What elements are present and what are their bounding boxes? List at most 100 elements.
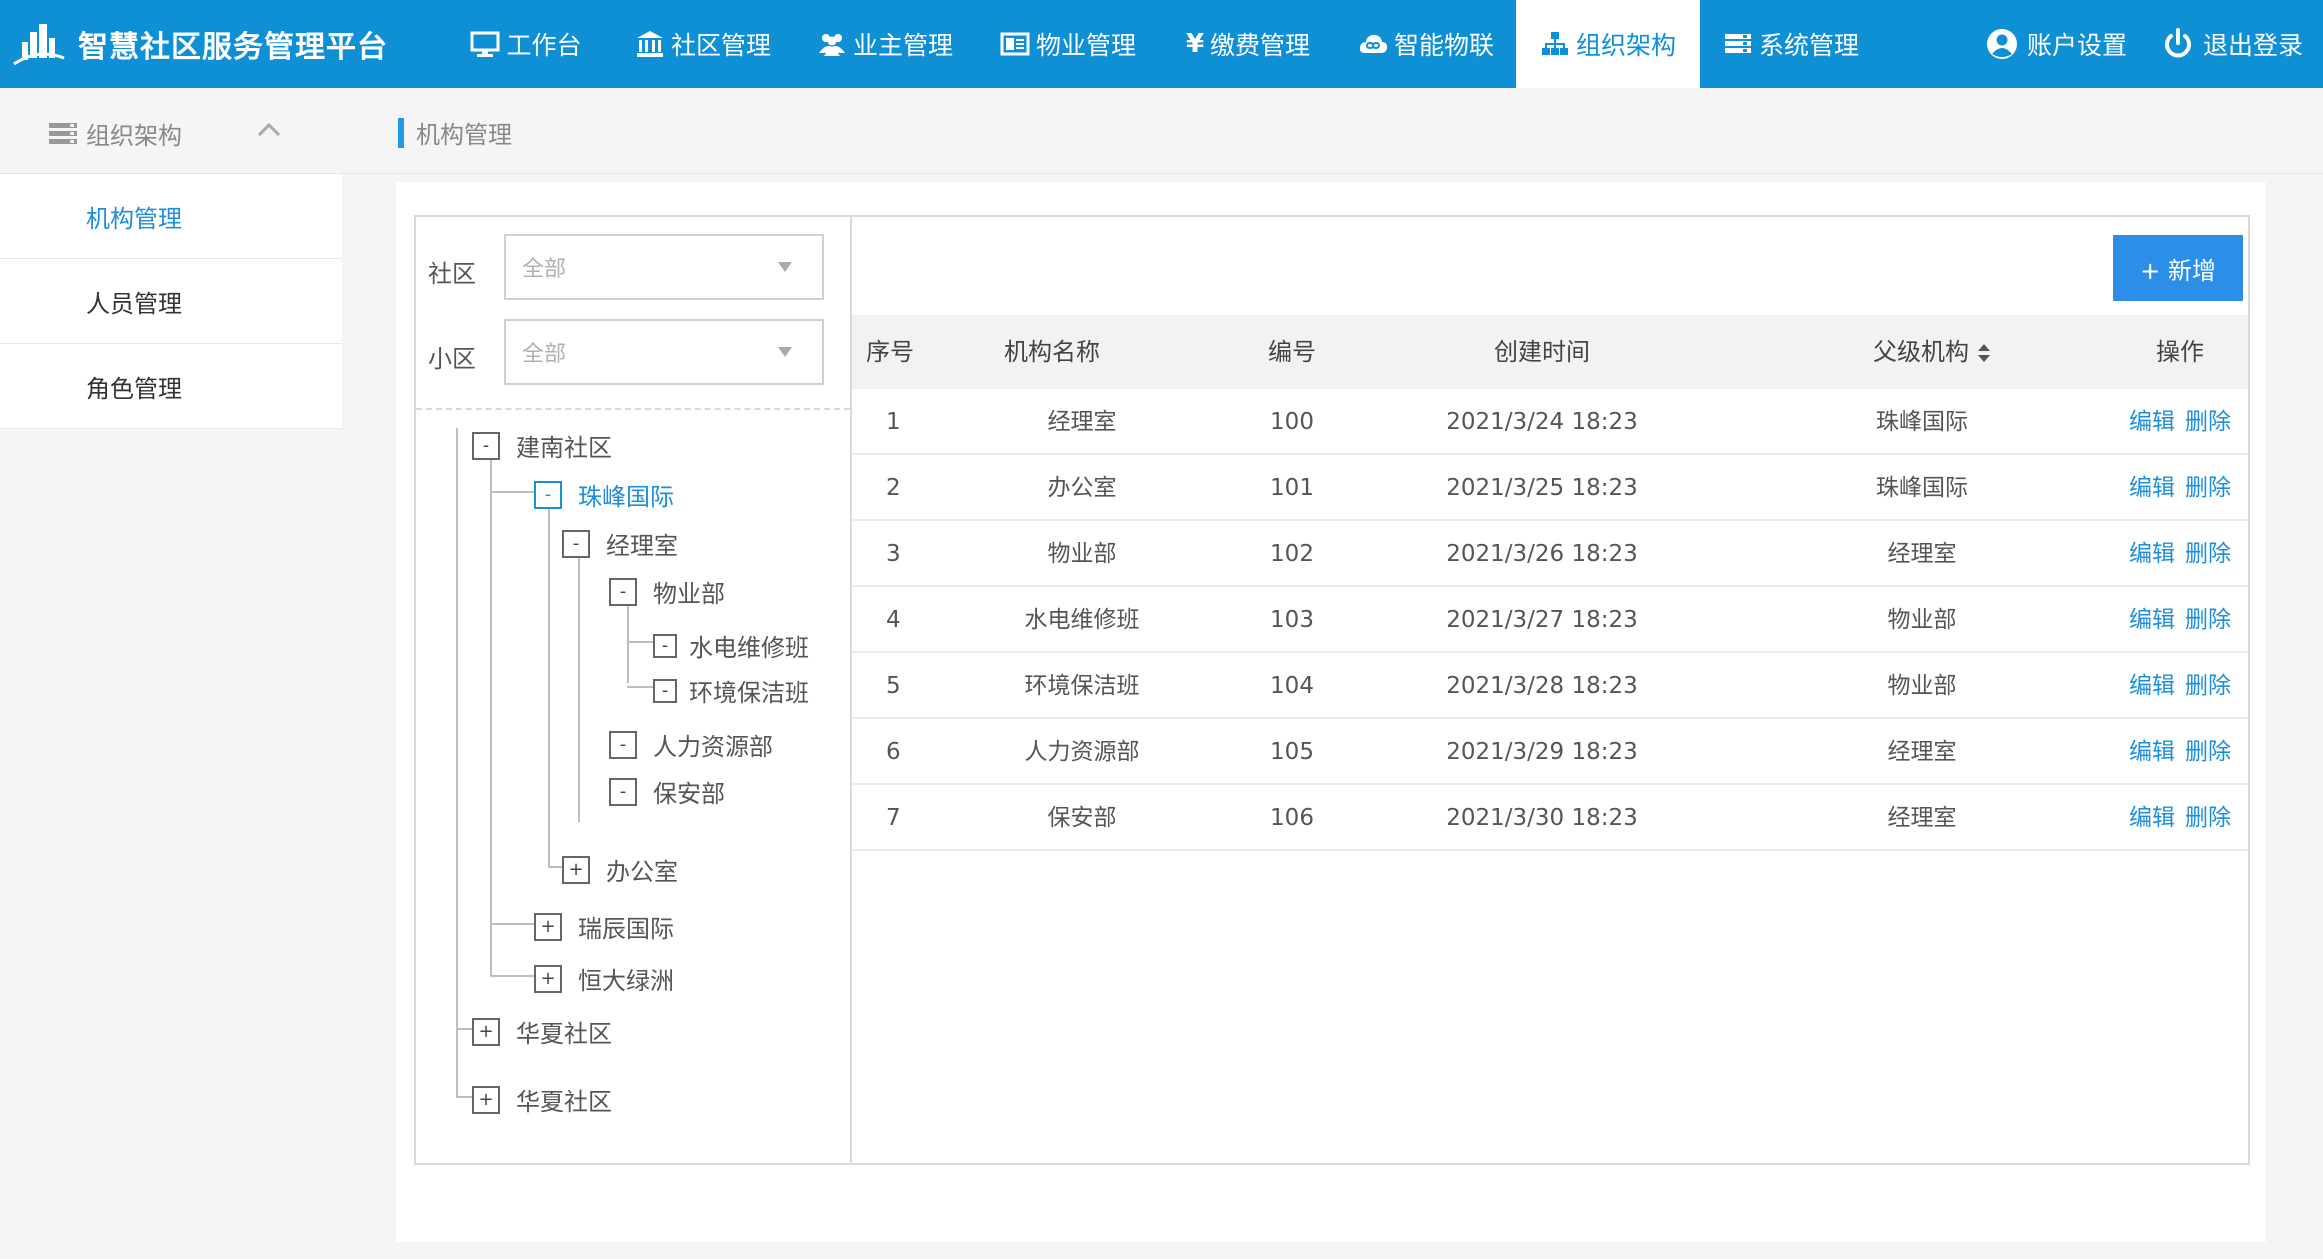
tree-node[interactable]: + 瑞辰国际 xyxy=(534,909,674,944)
cell-created-time: 2021/3/26 18:23 xyxy=(1446,541,1638,567)
cloud-link-icon xyxy=(1359,35,1387,53)
nav-iot[interactable]: 智能物联 xyxy=(1336,0,1516,88)
tree-toggle[interactable]: + xyxy=(562,855,590,884)
tree-line xyxy=(627,641,653,643)
edit-link[interactable]: 编辑 xyxy=(2129,607,2175,633)
tree-toggle[interactable]: + xyxy=(534,912,562,941)
cell-index: 1 xyxy=(886,409,901,435)
column-header-index[interactable]: 序号 xyxy=(866,315,914,389)
cell-org-name: 水电维修班 xyxy=(1024,607,1140,633)
column-header-parent-org[interactable]: 父级机构 xyxy=(1822,315,2042,389)
tree-toggle[interactable]: - xyxy=(653,633,677,658)
cell-parent-org: 经理室 xyxy=(1887,739,1957,765)
delete-link[interactable]: 删除 xyxy=(2185,475,2231,501)
add-button[interactable]: + 新增 xyxy=(2113,235,2243,301)
edit-link[interactable]: 编辑 xyxy=(2129,739,2175,765)
logout[interactable]: 退出登录 xyxy=(2161,26,2303,62)
edit-link[interactable]: 编辑 xyxy=(2129,409,2175,435)
tree-node[interactable]: + 华夏社区 xyxy=(472,1014,612,1049)
table-row: 6 人力资源部 105 2021/3/29 18:23 经理室 编辑 删除 xyxy=(852,719,2248,785)
tree-node[interactable]: + 办公室 xyxy=(562,852,678,887)
tree-toggle[interactable]: - xyxy=(653,678,677,703)
tree-line xyxy=(456,1028,472,1030)
edit-link[interactable]: 编辑 xyxy=(2129,805,2175,831)
yen-icon: ¥ xyxy=(1185,29,1205,59)
cell-created-time: 2021/3/29 18:23 xyxy=(1446,739,1638,765)
cell-code: 104 xyxy=(1270,673,1314,699)
column-header-code[interactable]: 编号 xyxy=(1242,315,1342,389)
nav-org-structure[interactable]: 组织架构 xyxy=(1516,0,1700,88)
cell-code: 106 xyxy=(1270,805,1314,831)
tree-line xyxy=(627,603,629,683)
sidebar-item-staff-management[interactable]: 人员管理 xyxy=(0,259,342,344)
tree-toggle[interactable]: - xyxy=(562,529,590,558)
tree-node[interactable]: - 水电维修班 xyxy=(653,628,809,663)
tree-line xyxy=(456,428,458,1096)
edit-link[interactable]: 编辑 xyxy=(2129,673,2175,699)
cell-code: 103 xyxy=(1270,607,1314,633)
delete-link[interactable]: 删除 xyxy=(2185,541,2231,567)
tree-toggle[interactable]: + xyxy=(472,1085,500,1114)
cell-actions: 编辑 删除 xyxy=(2112,719,2248,785)
cell-actions: 编辑 删除 xyxy=(2112,389,2248,455)
tree-node[interactable]: - 建南社区 xyxy=(472,428,612,463)
tree-node[interactable]: + 华夏社区 xyxy=(472,1082,612,1117)
cell-actions: 编辑 删除 xyxy=(2112,587,2248,653)
nav-system[interactable]: 系统管理 xyxy=(1700,0,1882,88)
tree-line xyxy=(627,686,653,688)
users-icon xyxy=(818,34,845,56)
tree-toggle[interactable]: - xyxy=(609,577,637,606)
delete-link[interactable]: 删除 xyxy=(2185,607,2231,633)
cell-index: 6 xyxy=(886,739,901,765)
cell-parent-org: 经理室 xyxy=(1887,541,1957,567)
caret-down-icon xyxy=(778,347,792,357)
table-row: 3 物业部 102 2021/3/26 18:23 经理室 编辑 删除 xyxy=(852,521,2248,587)
account-settings[interactable]: 账户设置 xyxy=(1985,26,2127,62)
app-title: 智慧社区服务管理平台 xyxy=(78,30,388,65)
tree-node[interactable]: - 人力资源部 xyxy=(609,727,773,762)
tree-toggle[interactable]: - xyxy=(609,730,637,759)
edit-link[interactable]: 编辑 xyxy=(2129,541,2175,567)
tree-node[interactable]: - 环境保洁班 xyxy=(653,673,809,708)
tree-node[interactable]: - 保安部 xyxy=(609,774,725,809)
tree-toggle[interactable]: + xyxy=(534,964,562,993)
column-header-org-name[interactable]: 机构名称 xyxy=(952,315,1152,389)
sidebar-header: 组织架构 xyxy=(48,116,288,151)
nav-owners[interactable]: 业主管理 xyxy=(794,0,976,88)
cell-parent-org: 珠峰国际 xyxy=(1876,409,1968,435)
tree-node[interactable]: - 经理室 xyxy=(562,526,678,561)
edit-link[interactable]: 编辑 xyxy=(2129,475,2175,501)
tree-node[interactable]: - 物业部 xyxy=(609,574,725,609)
delete-link[interactable]: 删除 xyxy=(2185,409,2231,435)
community-select[interactable]: 全部 xyxy=(504,234,824,300)
nav-community[interactable]: 社区管理 xyxy=(612,0,794,88)
tree-toggle[interactable]: - xyxy=(472,431,500,460)
cell-org-name: 经理室 xyxy=(1047,409,1117,435)
tree-line xyxy=(490,458,492,976)
column-header-created-time[interactable]: 创建时间 xyxy=(1382,315,1702,389)
tree-line xyxy=(490,975,534,977)
delete-link[interactable]: 删除 xyxy=(2185,739,2231,765)
sidebar-item-org-management[interactable]: 机构管理 xyxy=(0,174,342,259)
chevron-up-icon[interactable] xyxy=(256,119,282,139)
estate-select[interactable]: 全部 xyxy=(504,319,824,385)
main-nav: 工作台 社区管理 业主管理 物业管理 ¥ 缴费管理 智能物联 组织架构 系统管理 xyxy=(440,0,1882,88)
delete-link[interactable]: 删除 xyxy=(2185,805,2231,831)
nav-payment[interactable]: ¥ 缴费管理 xyxy=(1160,0,1336,88)
nav-workbench[interactable]: 工作台 xyxy=(440,0,612,88)
cell-index: 5 xyxy=(886,673,901,699)
nav-property[interactable]: 物业管理 xyxy=(976,0,1160,88)
brand[interactable]: 智慧社区服务管理平台 xyxy=(0,18,420,70)
tree-toggle[interactable]: - xyxy=(609,777,637,806)
estate-filter-label: 小区 xyxy=(428,345,476,373)
tree-toggle[interactable]: + xyxy=(472,1017,500,1046)
tree-node-selected[interactable]: - 珠峰国际 xyxy=(534,477,674,512)
delete-link[interactable]: 删除 xyxy=(2185,673,2231,699)
tree-toggle[interactable]: - xyxy=(534,480,562,509)
cell-org-name: 保安部 xyxy=(1047,805,1117,831)
tree-node[interactable]: + 恒大绿洲 xyxy=(534,961,674,996)
cell-created-time: 2021/3/24 18:23 xyxy=(1446,409,1638,435)
sidebar-item-role-management[interactable]: 角色管理 xyxy=(0,344,342,429)
table-row: 2 办公室 101 2021/3/25 18:23 珠峰国际 编辑 删除 xyxy=(852,455,2248,521)
sort-icon[interactable] xyxy=(1977,343,1991,363)
